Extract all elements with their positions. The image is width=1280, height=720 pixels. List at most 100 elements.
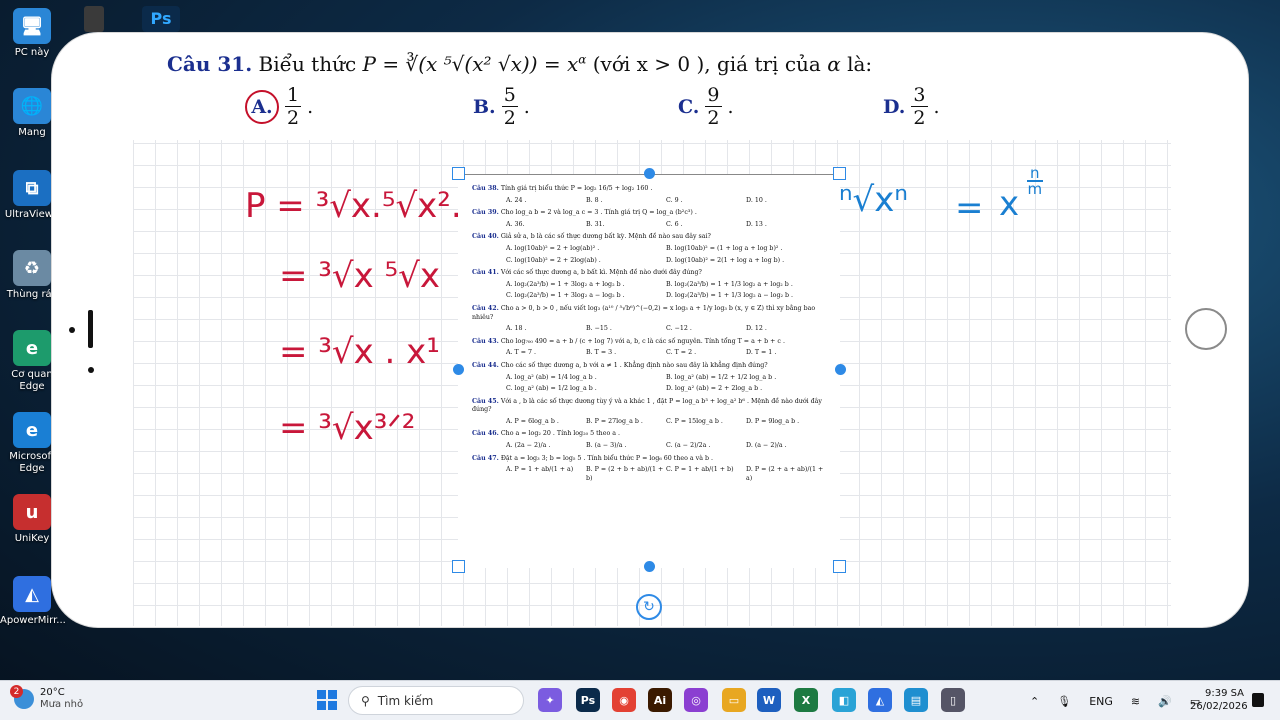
doc-option: D. (a − 2)/a . [746, 442, 787, 450]
doc-option: D. T = 1 . [746, 349, 777, 357]
app-icon: ◭ [13, 576, 51, 612]
doc-question: Câu 46. Cho a = log₂ 20 . Tính log₂₀ 5 t… [458, 430, 840, 439]
doc-option: B. (a − 3)/a . [586, 442, 627, 450]
doc-option: B. 31. [586, 220, 605, 228]
photoshop-desktop-icon[interactable]: Ps [142, 6, 180, 32]
wifi-icon[interactable]: ≋ [1131, 695, 1140, 708]
doc-question-text: Giả sử a, b là các số thực dương bất kỳ.… [500, 233, 711, 241]
doc-option: C. P = 15log_a b . [666, 417, 723, 425]
doc-question: Câu 42. Cho a > 0, b > 0 , nếu viết log₃… [458, 305, 840, 322]
copilot-taskbar-icon[interactable]: ✦ [538, 688, 562, 712]
doc-question-number: Câu 42. [472, 304, 499, 312]
resize-handle-bottom[interactable] [644, 561, 655, 572]
question-condition: (với x > 0 ), giá trị của [592, 52, 821, 76]
pasted-document-image[interactable]: Câu 38. Tính giá trị biểu thức P = log₂ … [458, 174, 840, 568]
photoshop-taskbar-icon[interactable]: Ps [576, 688, 600, 712]
doc-option: D. 10 . [746, 196, 767, 204]
doc-options: A. 18 . B. −15 . C. −12 . D. 12 . [458, 325, 840, 334]
search-box[interactable]: ⚲ Tìm kiếm [348, 686, 524, 715]
doc-question-number: Câu 41. [472, 269, 499, 277]
option-letter: C. [678, 95, 700, 118]
desktop-icon-label: ApowerMirr... [0, 615, 66, 626]
illustrator-taskbar-icon[interactable]: Ai [648, 688, 672, 712]
doc-option: D. P = (2 + a + ab)/(1 + a) [746, 466, 824, 482]
option-letter: A. [251, 95, 273, 118]
app12-taskbar-icon[interactable]: ▯ [941, 688, 965, 712]
doc-option: A. 24 . [506, 196, 527, 204]
fraction-numerator: 1 [285, 84, 302, 107]
chrome-taskbar-icon[interactable]: ◉ [612, 688, 636, 712]
resize-handle-top-right[interactable] [833, 167, 846, 180]
clock-date: 26/02/2026 [1190, 701, 1248, 712]
start-button[interactable] [317, 690, 337, 710]
doc-option: A. log₂(2a³/b) = 1 + 3log₂ a + log₂ b . [506, 280, 625, 288]
calculator-icon[interactable] [84, 6, 104, 32]
answer-circle-mark: A. [245, 89, 279, 124]
weather-widget[interactable]: 2 20°C Mưa nhỏ [10, 685, 84, 711]
doc-question-text: Đặt a = log₃ 3; b = log₅ 5 . Tính biểu t… [500, 454, 713, 462]
desktop-icon[interactable]: 🖥 PC này [0, 8, 64, 59]
weather-desc: Mưa nhỏ [40, 699, 84, 710]
resize-handle-bottom-left[interactable] [452, 560, 465, 573]
language-indicator[interactable]: ENG [1089, 695, 1113, 708]
doc-options: A. P = 1 + ab/(1 + a) B. P = (2 + b + ab)… [458, 466, 840, 483]
doc-option: C. log_a² (ab) = 1/2 log_a b . [506, 385, 597, 393]
chevron-up-icon[interactable]: ⌃ [1030, 695, 1039, 708]
doc-option: D. P = 9log_a b . [746, 417, 800, 425]
fraction-numerator: 5 [501, 84, 518, 107]
resize-handle-top[interactable] [644, 168, 655, 179]
desktop-icon-label: PC này [14, 47, 50, 58]
doc-options: A. (2a − 2)/a . B. (a − 3)/a . C. (a − 2)/… [458, 442, 840, 451]
doc-option: B. T = 3 . [586, 349, 617, 357]
resize-handle-bottom-right[interactable] [833, 560, 846, 573]
rotate-icon[interactable]: ↻ [636, 594, 662, 620]
doc-option: B. P = 27log_a b . [586, 417, 643, 425]
search-placeholder: Tìm kiếm [377, 693, 434, 708]
apowermirror-taskbar-icon[interactable]: ◭ [868, 688, 892, 712]
doc-question: Câu 38. Tính giá trị biểu thức P = log₂ … [458, 185, 840, 194]
blue-exp-den: m [1027, 180, 1043, 198]
home-button[interactable] [1185, 308, 1227, 350]
word-taskbar-icon[interactable]: W [757, 688, 781, 712]
fraction-denominator: 2 [503, 107, 516, 129]
doc-option: C. 6 . [666, 220, 683, 228]
resize-handle-left[interactable] [453, 364, 464, 375]
volume-icon[interactable]: 🔊 [1158, 695, 1172, 708]
doc-options: A. log(10ab)² = 2 + log(ab)² . B. log(10a… [458, 245, 840, 254]
app-icon: ⧉ [13, 170, 51, 206]
doc-question-number: Câu 38. [472, 185, 499, 192]
notification-icon[interactable] [1252, 693, 1264, 707]
doc-question-text: Cho a = log₂ 20 . Tính log₂₀ 5 theo a . [500, 430, 621, 438]
file-explorer-taskbar-icon[interactable]: ▭ [722, 688, 746, 712]
doc-option: B. 8 . [586, 196, 603, 204]
blue-formula-left: ⁿ√xⁿ [839, 180, 908, 220]
app-icon: e [13, 412, 51, 448]
resize-handle-top-left[interactable] [452, 167, 465, 180]
weather-badge: 2 [10, 685, 23, 698]
doc-options: C. log₂(2a³/b) = 1 + 3log₂ a − log₂ b . D… [458, 292, 840, 301]
doc-question: Câu 47. Đặt a = log₃ 3; b = log₅ 5 . Tín… [458, 455, 840, 464]
doc-option: A. (2a − 2)/a . [506, 442, 551, 450]
doc-question: Câu 41. Với các số thực dương a, b bất k… [458, 269, 840, 278]
question-exponent: α [578, 52, 587, 67]
doc-option: C. 9 . [666, 196, 683, 204]
doc-question-number: Câu 46. [472, 430, 499, 438]
search-icon: ⚲ [361, 693, 370, 708]
doc-options: A. T = 7 . B. T = 3 . C. T = 2 . D. T = 1 . [458, 349, 840, 358]
doc-question-text: Cho các số thực dương a, b với a ≠ 1 . K… [500, 361, 768, 369]
app5-taskbar-icon[interactable]: ◎ [684, 688, 708, 712]
doc-options: A. log₂(2a³/b) = 1 + 3log₂ a + log₂ b . B… [458, 281, 840, 290]
doc-question-number: Câu 43. [472, 337, 499, 345]
doc-option: C. −12 . [666, 325, 692, 333]
doc-options: C. log(10ab)² = 2 + 2log(ab) . D. log(10a… [458, 257, 840, 266]
question-header: Câu 31. Biểu thức P = ∛(x ⁵√(x² √x)) = x… [133, 38, 1171, 140]
microphone-icon[interactable]: 🎙 [1057, 695, 1071, 708]
blue-formula-right: x [999, 184, 1020, 224]
doc-question: Câu 43. Cho log₇₀₀ 490 = a + b / (c + lo… [458, 338, 840, 347]
clock[interactable]: 9:39 SA 26/02/2026 [1190, 687, 1248, 713]
excel-taskbar-icon[interactable]: X [794, 688, 818, 712]
question-ending: là: [847, 52, 873, 76]
app11-taskbar-icon[interactable]: ▤ [904, 688, 928, 712]
app9-taskbar-icon[interactable]: ◧ [832, 688, 856, 712]
resize-handle-right[interactable] [835, 364, 846, 375]
